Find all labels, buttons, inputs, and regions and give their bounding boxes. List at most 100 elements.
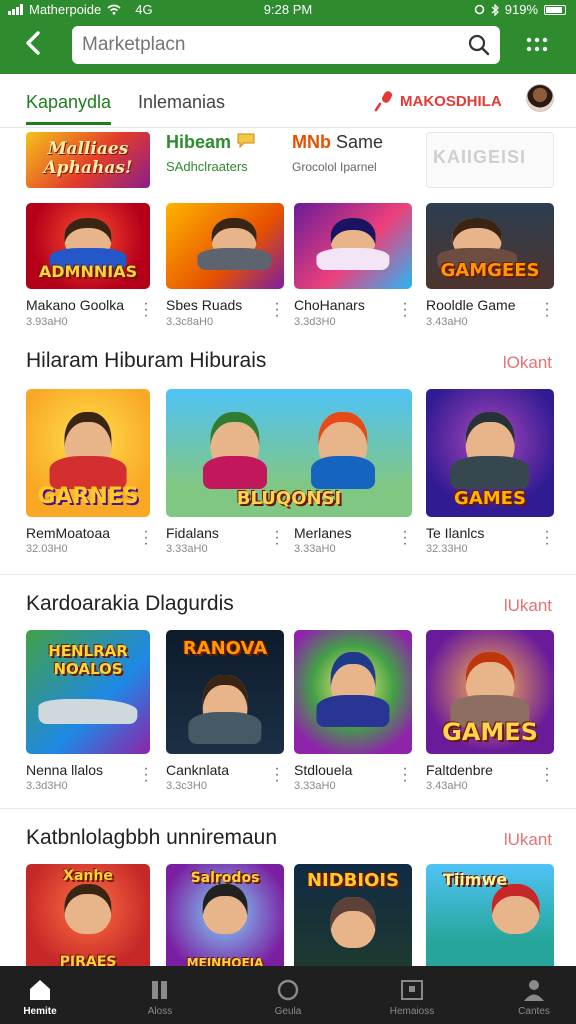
game-title: Fidalans (166, 525, 219, 541)
brand2-title: Same (336, 132, 384, 152)
game-meta: 3.3c3H0 (166, 780, 207, 792)
nav-label: Aloss (147, 1006, 173, 1017)
overflow-menu-icon[interactable]: · · · (402, 761, 408, 789)
game-logo: GAMGEES (440, 260, 540, 281)
game-meta: 32.03H0 (26, 543, 68, 555)
game-meta: 3.3c8aH0 (166, 316, 214, 328)
profile-icon (524, 980, 544, 1001)
avatar[interactable] (526, 84, 554, 112)
overflow-menu-icon[interactable]: · · · (402, 524, 408, 552)
game-thumbnail (166, 203, 284, 289)
top-games-row: ADMNNIAS Makano Goolka 3.93aH0 · · · Sbes … (0, 203, 576, 333)
overflow-menu-icon[interactable]: · · · (143, 524, 149, 552)
status-bar: Matherpoide 4G 9:28 PM 919% (0, 0, 576, 20)
game-meta: 32.33H0 (426, 543, 468, 555)
nav-library[interactable]: Aloss (120, 972, 200, 1017)
overflow-menu-icon[interactable]: · · · (402, 296, 408, 324)
game-thumbnail: Tiimwe (426, 864, 554, 974)
game-thumbnail: ADMNNIAS (26, 203, 150, 289)
game-meta: 3.33aH0 (294, 543, 336, 555)
search-icon[interactable] (468, 34, 490, 56)
search-box[interactable] (72, 26, 500, 64)
home-icon (30, 980, 50, 1000)
see-more-link[interactable]: lUkant (504, 830, 552, 850)
chat-bubble-icon (237, 133, 255, 149)
nav-news[interactable]: Hemaioss (372, 972, 452, 1017)
section-divider (0, 574, 576, 575)
see-more-link[interactable]: lOkant (503, 353, 552, 373)
overflow-menu-icon[interactable]: · · · (143, 296, 149, 324)
game-top-label: NIDBIOIS (306, 870, 400, 891)
game-title: Faltdenbre (426, 762, 493, 778)
back-button[interactable] (22, 30, 48, 56)
tab-active[interactable]: Kapanydla (26, 92, 112, 125)
game-logo: GAMES (442, 718, 538, 746)
section-katbnlolagbbh: Katbnlolagbbh unniremaun lUkant Xanhe PI… (0, 822, 576, 974)
overflow-menu-icon[interactable]: · · · (274, 761, 280, 789)
nav-profile[interactable]: Cantes (494, 972, 574, 1017)
bottom-navigation: Hemite Aloss Geula Hemaioss Cantes (0, 966, 576, 1024)
nav-home[interactable]: Hemite (0, 972, 80, 1017)
section-title: Kardoarakia Dlagurdis (26, 592, 234, 615)
promo-link[interactable]: MAKOSDHILA (374, 90, 502, 112)
section-title: Katbnlolagbbh unniremaun (26, 826, 278, 849)
game-thumbnail: HENLRAR NOALOS (26, 630, 150, 754)
featured-banner[interactable]: Malliaes Aphahas! (26, 132, 150, 188)
game-meta: 3.3d3H0 (26, 780, 68, 792)
placeholder-banner[interactable]: KAIIGEISI (426, 132, 554, 188)
game-thumbnail: GAMES (426, 630, 554, 754)
placeholder-banner-text: KAIIGEISI (433, 147, 527, 167)
location-icon (474, 4, 484, 14)
game-top-label: Salrodos (190, 870, 260, 886)
game-thumbnail: GARNES (26, 389, 150, 517)
game-thumbnail: BLUQONSI (166, 389, 412, 517)
overflow-menu-icon[interactable]: · · · (143, 761, 149, 789)
overflow-menu-icon[interactable]: · · · (274, 296, 280, 324)
brand2-link[interactable]: MNb Same Grocolol Iparnel (292, 132, 416, 188)
search-input[interactable] (82, 26, 462, 64)
game-logo: GARNES (37, 484, 139, 509)
library-icon (152, 981, 167, 999)
overflow-menu-icon[interactable]: · · · (544, 524, 550, 552)
game-title: Sbes Ruads (166, 297, 243, 313)
overflow-menu-icon[interactable]: · · · (544, 761, 550, 789)
tab-other[interactable]: Inlemanias (138, 92, 225, 113)
game-title: Canknlata (166, 762, 230, 778)
overflow-menu-icon[interactable]: · · · (544, 296, 550, 324)
game-logo: HENLRAR NOALOS (48, 642, 128, 678)
featured-strip: Malliaes Aphahas! Hibeam SAdhclraaters M… (0, 132, 576, 202)
see-more-link[interactable]: lUkant (504, 596, 552, 616)
game-top-label: Xanhe (63, 868, 113, 884)
nav-label: Hemaioss (389, 1006, 435, 1017)
grid-menu-icon[interactable] (526, 36, 548, 54)
section-hiburan: Hilaram Hiburam Hiburais lOkant GARNES R… (0, 345, 576, 573)
nav-label: Hemite (23, 1006, 57, 1017)
overflow-menu-icon[interactable]: · · · (274, 524, 280, 552)
section-kardoarakia: Kardoarakia Dlagurdis lUkant HENLRAR NOA… (0, 586, 576, 808)
game-meta: 3.3d3H0 (294, 316, 336, 328)
game-title: Stdlouela (294, 762, 353, 778)
game-thumbnail: GAMES (426, 389, 554, 517)
game-title: ChoHanars (294, 297, 365, 313)
bluetooth-icon (491, 3, 499, 16)
game-meta: 3.33aH0 (294, 780, 336, 792)
section-divider (0, 808, 576, 809)
game-thumbnail: NIDBIOIS (294, 864, 412, 974)
game-thumbnail: Salrodos MEINHOEIA (166, 864, 284, 974)
promo-label: MAKOSDHILA (400, 92, 502, 110)
nav-search[interactable]: Geula (248, 972, 328, 1017)
game-meta: 3.33aH0 (166, 543, 208, 555)
game-meta: 3.43aH0 (426, 780, 468, 792)
game-logo: GAMES (454, 488, 526, 509)
game-meta: 3.43aH0 (426, 316, 468, 328)
nav-label: Geula (274, 1006, 302, 1017)
game-thumbnail (294, 203, 412, 289)
microphone-icon (374, 91, 392, 112)
game-thumbnail: RANOVA (166, 630, 284, 754)
game-thumbnail: GAMGEES (426, 203, 554, 289)
brand-link[interactable]: Hibeam SAdhclraaters (166, 132, 286, 188)
game-top-label: Tiimwe (442, 870, 508, 889)
section-title: Hilaram Hiburam Hiburais (26, 349, 267, 372)
battery-percent: 919% (504, 2, 538, 17)
brand2-prefix: MNb (292, 132, 331, 152)
